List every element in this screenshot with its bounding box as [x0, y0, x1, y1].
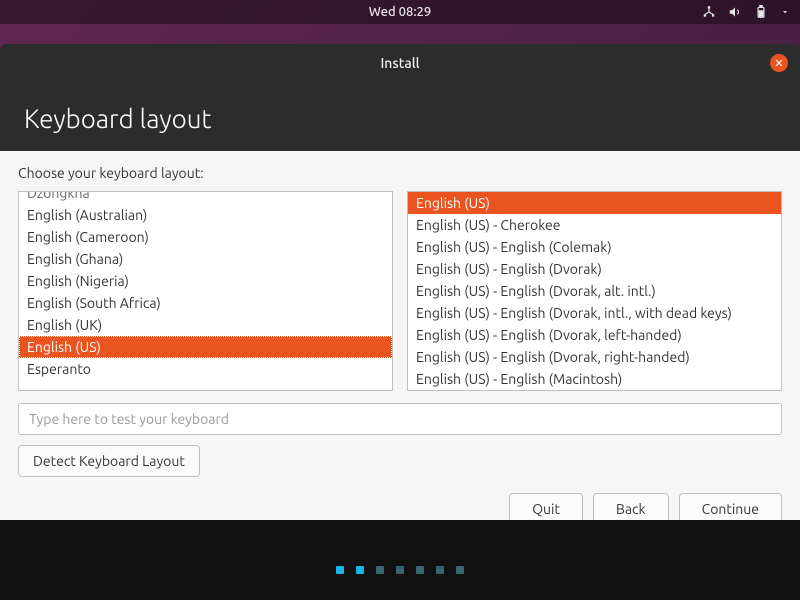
subheading: Choose your keyboard layout:	[18, 165, 782, 181]
list-item[interactable]: English (US) - English (Dvorak)	[408, 258, 781, 280]
list-item[interactable]: English (US) - English (Dvorak, alt. int…	[408, 280, 781, 302]
layout-lists: DzongkhaEnglish (Australian)English (Cam…	[18, 191, 782, 391]
chevron-down-icon[interactable]	[780, 7, 790, 17]
installer-window: Install ✕ Keyboard layout Choose your ke…	[0, 44, 800, 543]
network-icon[interactable]	[702, 5, 716, 19]
progress-dot	[396, 566, 404, 574]
list-item[interactable]: Dzongkha	[19, 191, 392, 204]
test-keyboard-input[interactable]	[18, 403, 782, 435]
progress-dot	[436, 566, 444, 574]
list-item[interactable]: English (US)	[19, 336, 392, 358]
list-item[interactable]: English (Nigeria)	[19, 270, 392, 292]
content-area: Choose your keyboard layout: DzongkhaEng…	[0, 151, 800, 543]
list-item[interactable]: English (US) - English (Macintosh)	[408, 368, 781, 390]
list-item[interactable]: Esperanto	[19, 358, 392, 380]
status-indicators[interactable]	[702, 5, 790, 19]
list-item[interactable]: English (South Africa)	[19, 292, 392, 314]
detect-layout-button[interactable]: Detect Keyboard Layout	[18, 445, 200, 477]
list-item[interactable]: English (Ghana)	[19, 248, 392, 270]
variant-listbox[interactable]: English (US)English (US) - CherokeeEngli…	[407, 191, 782, 391]
list-item[interactable]: English (Cameroon)	[19, 226, 392, 248]
progress-dot	[416, 566, 424, 574]
list-item[interactable]: English (US) - English (Colemak)	[408, 236, 781, 258]
progress-dot	[376, 566, 384, 574]
progress-dots	[336, 566, 464, 574]
list-item[interactable]: English (Australian)	[19, 204, 392, 226]
list-item[interactable]: English (US) - Cherokee	[408, 214, 781, 236]
progress-dot	[356, 566, 364, 574]
clock[interactable]: Wed 08:29	[369, 5, 431, 19]
list-item[interactable]: English (US) - English (Dvorak, right-ha…	[408, 346, 781, 368]
list-item[interactable]: English (US) - English (Dvorak, left-han…	[408, 324, 781, 346]
close-button[interactable]: ✕	[770, 54, 788, 72]
list-item[interactable]: English (US)	[408, 192, 781, 214]
close-icon: ✕	[774, 57, 783, 70]
gnome-topbar: Wed 08:29	[0, 0, 800, 24]
page-title: Keyboard layout	[24, 104, 776, 133]
window-titlebar: Install ✕	[0, 44, 800, 82]
list-item[interactable]: English (UK)	[19, 314, 392, 336]
page-header: Keyboard layout	[0, 82, 800, 151]
battery-icon[interactable]	[754, 5, 768, 19]
progress-dot	[456, 566, 464, 574]
list-item[interactable]: English (US) - English (Dvorak, intl., w…	[408, 302, 781, 324]
progress-dot	[336, 566, 344, 574]
language-listbox[interactable]: DzongkhaEnglish (Australian)English (Cam…	[18, 191, 393, 391]
footer	[0, 520, 800, 600]
window-title: Install	[380, 55, 419, 71]
volume-icon[interactable]	[728, 5, 742, 19]
